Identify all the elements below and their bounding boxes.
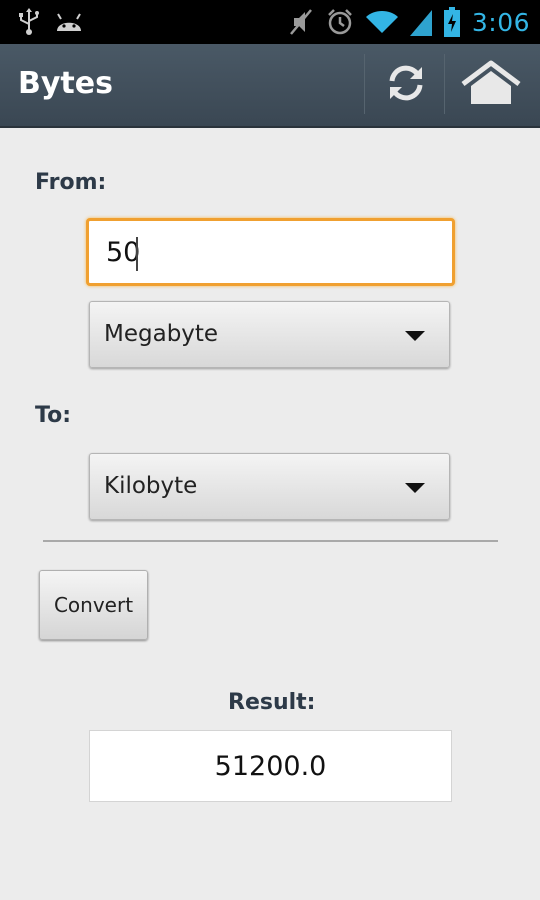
status-bar: 3:06 [0,0,540,44]
result-display: 51200.0 [89,730,452,802]
from-label: From: [35,170,107,195]
text-cursor [136,237,138,271]
to-unit-value: Kilobyte [104,473,198,499]
clock: 3:06 [471,7,530,37]
refresh-button[interactable] [366,44,446,126]
wifi-icon [365,9,398,35]
alarm-icon [326,8,354,36]
android-icon [54,11,84,33]
mute-icon [288,8,314,36]
signal-icon [409,8,432,36]
divider-line [43,540,498,542]
action-bar: Bytes [0,44,540,128]
result-label: Result: [228,690,316,715]
convert-button[interactable]: Convert [39,570,148,640]
home-button[interactable] [450,44,532,126]
usb-icon [18,8,40,36]
action-divider [364,54,365,114]
from-unit-value: Megabyte [104,321,219,347]
to-label: To: [35,403,71,428]
refresh-icon [384,61,428,109]
result-value: 51200.0 [214,750,327,782]
dropdown-caret-icon [405,331,425,341]
to-unit-spinner[interactable]: Kilobyte [89,453,450,520]
action-divider [444,54,445,114]
app-title: Bytes [18,66,113,101]
battery-icon [443,7,460,37]
from-unit-spinner[interactable]: Megabyte [89,301,450,368]
dropdown-caret-icon [405,483,425,493]
from-value-input[interactable]: 50 [86,218,455,286]
home-icon [461,60,521,110]
